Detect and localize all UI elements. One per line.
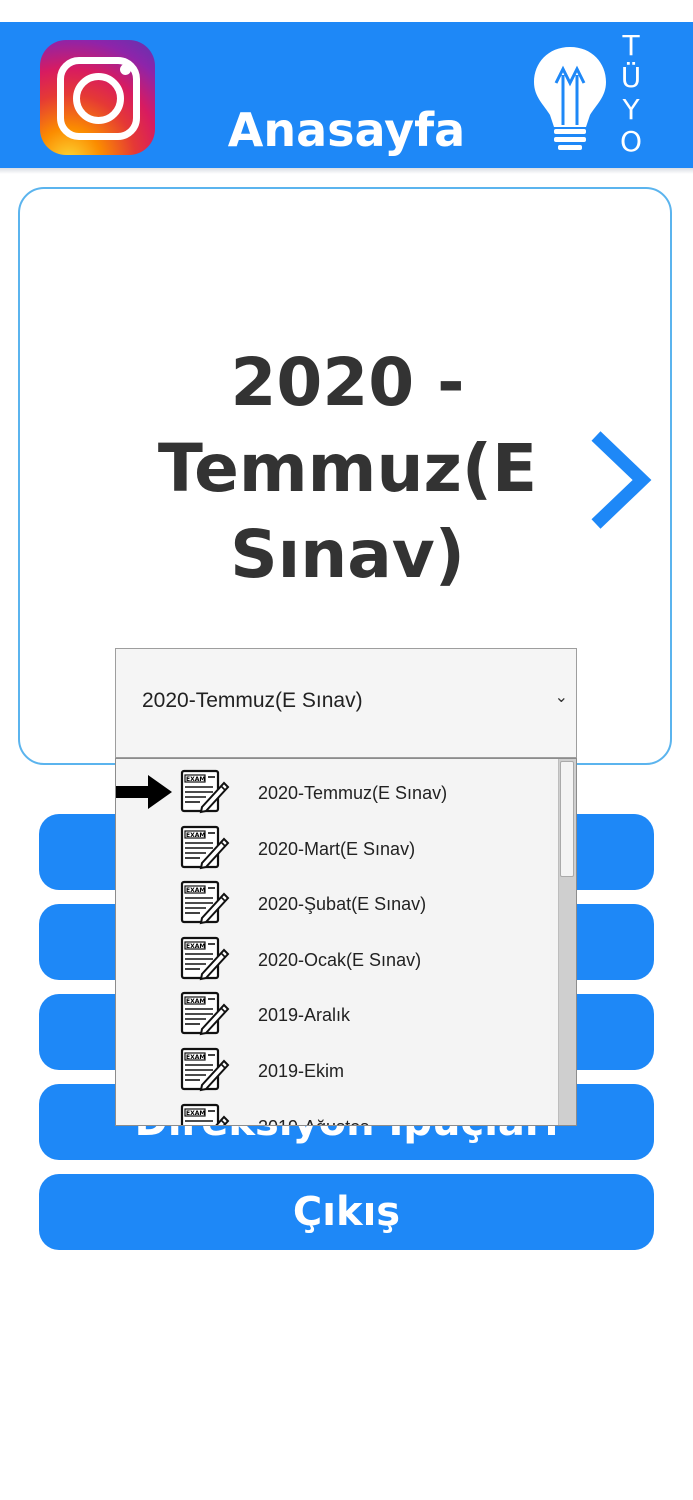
exam-icon: EXAM [180,991,230,1037]
chevron-down-icon: ⌄ [554,687,568,706]
exam-title-line: Temmuz(E [157,430,538,507]
exam-title-line: Sınav) [230,516,465,593]
exit-button[interactable]: Çıkış [39,1174,654,1250]
scrollbar[interactable] [558,759,576,1125]
exam-icon: EXAM [180,1103,230,1125]
dropdown-option[interactable]: EXAM 2020-Ocak(E Sınav) [116,930,556,986]
brand-letter: O [619,125,643,158]
svg-text:EXAM: EXAM [186,1054,205,1061]
brand-letter: T [622,29,640,62]
dropdown-option-label: 2020-Mart(E Sınav) [258,838,416,859]
chevron-right-icon[interactable] [586,430,652,530]
page-title: Anasayfa [227,103,466,157]
exam-dropdown-list[interactable]: EXAM 2020-Temmuz(E Sınav) EXAM 2020-Mart(E … [115,758,577,1126]
header-shadow [0,168,693,174]
svg-text:EXAM: EXAM [186,943,205,950]
brand-letter: Ü [620,61,642,94]
dropdown-option[interactable]: EXAM 2020-Şubat(E Sınav) [116,874,556,930]
exam-icon: EXAM [180,769,230,815]
dropdown-option[interactable]: EXAM 2019-Ağustos [116,1097,556,1125]
instagram-icon[interactable] [40,40,155,155]
exam-icon: EXAM [180,880,230,926]
exam-select[interactable]: 2020-Temmuz(E Sınav) ⌄ [115,648,577,758]
exam-icon: EXAM [180,936,230,982]
lightbulb-icon[interactable] [532,45,608,153]
svg-text:EXAM: EXAM [186,887,205,894]
dropdown-option[interactable]: EXAM 2020-Mart(E Sınav) [116,819,556,875]
exam-title: 2020 - Temmuz(E Sınav) [110,340,585,598]
dropdown-option-label: 2019-Ekim [258,1061,345,1081]
dropdown-option-label: 2019-Aralık [258,1005,351,1026]
dropdown-option-label: 2020-Şubat(E Sınav) [258,894,427,915]
select-value: 2020-Temmuz(E Sınav) [142,689,363,712]
dropdown-option-label: 2020-Temmuz(E Sınav) [258,783,448,803]
svg-text:EXAM: EXAM [186,998,205,1005]
brand-letter: Y [622,93,640,126]
svg-text:EXAM: EXAM [186,776,205,783]
exam-icon: EXAM [180,1047,230,1093]
dropdown-option[interactable]: EXAM 2019-Ekim [116,1041,556,1097]
arrow-right-icon [116,775,174,809]
svg-text:EXAM: EXAM [186,1110,205,1117]
dropdown-option-label: 2019-Ağustos [258,1117,369,1125]
dropdown-option[interactable]: EXAM 2019-Aralık [116,985,556,1041]
dropdown-option-label: 2020-Ocak(E Sınav) [258,949,422,970]
exit-button-label: Çıkış [292,1189,401,1235]
dropdown-option[interactable]: EXAM 2020-Temmuz(E Sınav) [116,763,556,819]
exam-title-line: 2020 - [230,344,465,421]
exam-icon: EXAM [180,825,230,871]
brand-letters: T Ü Y O [614,30,648,158]
scrollbar-thumb[interactable] [560,761,574,877]
svg-text:EXAM: EXAM [186,832,205,839]
